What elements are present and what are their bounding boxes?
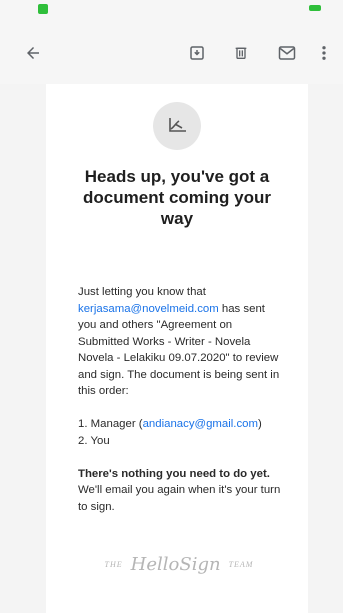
archive-icon — [190, 46, 204, 60]
back-button[interactable] — [16, 36, 50, 70]
signoff-brand: HelloSign — [130, 554, 221, 575]
email-card: Heads up, you've got a document coming y… — [46, 84, 308, 613]
delete-button[interactable] — [224, 36, 258, 70]
signing-order: 1. Manager (andianacy@gmail.com) 2. You — [78, 416, 284, 449]
mark-unread-button[interactable] — [270, 36, 304, 70]
status-bold: There's nothing you need to do yet. — [78, 467, 270, 480]
signature-icon — [169, 118, 186, 132]
status-rest: We'll email you again when it's your tur… — [78, 484, 281, 513]
arrow-left-icon — [27, 47, 39, 59]
intro-prefix: Just letting you know that — [78, 286, 206, 298]
hellosign-team-signoff: THE HelloSign TEAM — [84, 554, 274, 575]
hellosign-logo — [153, 102, 201, 150]
email-body: Heads up, you've got a document coming y… — [0, 84, 343, 613]
email-headline: Heads up, you've got a document coming y… — [83, 167, 271, 228]
signoff-the: THE — [104, 560, 123, 569]
intro-paragraph: Just letting you know that kerjasama@nov… — [78, 284, 284, 400]
status-bar — [0, 0, 343, 22]
manager-email-link[interactable]: andianacy@gmail.com — [143, 418, 258, 430]
trash-icon — [235, 47, 247, 59]
envelope-icon — [278, 46, 296, 60]
sender-email-link[interactable]: kerjasama@novelmeid.com — [78, 303, 219, 315]
order-1-suffix: ) — [258, 418, 262, 430]
battery-icon — [309, 5, 321, 11]
email-toolbar — [0, 22, 343, 84]
notification-icon — [38, 4, 48, 14]
signoff-team: TEAM — [228, 560, 254, 569]
order-1-prefix: 1. Manager ( — [78, 418, 143, 430]
email-message: Just letting you know that kerjasama@nov… — [78, 284, 284, 532]
order-2: 2. You — [78, 434, 110, 447]
more-options-button[interactable] — [310, 36, 338, 70]
intro-suffix: has sent you and others "Agreement on Su… — [78, 302, 280, 398]
archive-button[interactable] — [180, 36, 214, 70]
more-vert-icon — [322, 46, 326, 60]
status-paragraph: There's nothing you need to do yet. We'l… — [78, 466, 284, 516]
